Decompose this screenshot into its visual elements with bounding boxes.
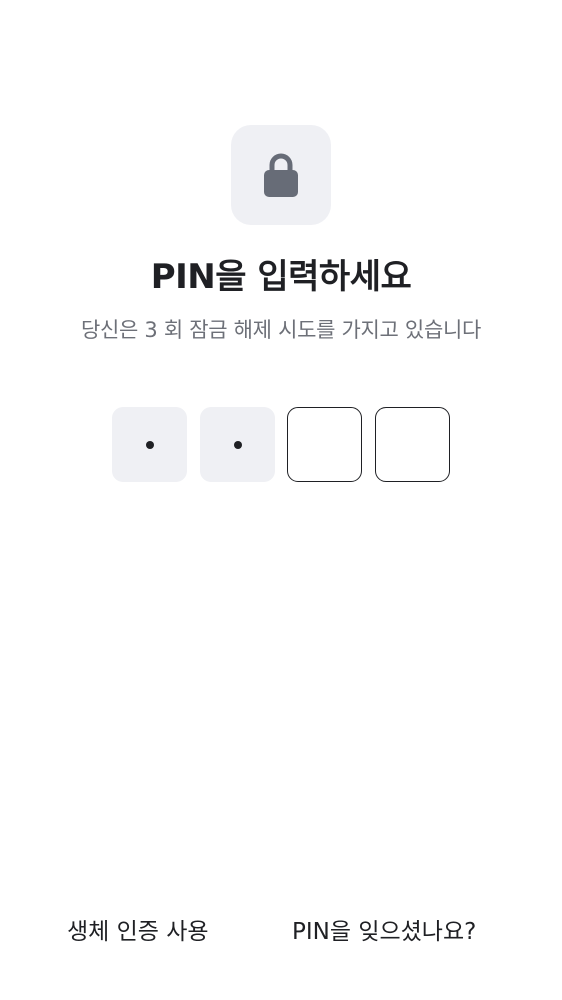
- pin-digit-1[interactable]: [112, 407, 187, 482]
- pin-digit-3[interactable]: [287, 407, 362, 482]
- pin-digit-4[interactable]: [375, 407, 450, 482]
- page-title: PIN을 입력하세요: [150, 257, 412, 297]
- use-biometric-button[interactable]: 생체 인증 사용: [67, 912, 209, 952]
- pin-digit-2[interactable]: [200, 407, 275, 482]
- lock-icon: [264, 153, 298, 197]
- pin-dot: [145, 440, 154, 449]
- lock-icon-tile: [231, 125, 331, 225]
- pin-input-group[interactable]: [112, 407, 450, 482]
- forgot-pin-button[interactable]: PIN을 잊으셨나요?: [292, 912, 476, 952]
- pin-dot: [233, 440, 242, 449]
- attempts-remaining-text: 당신은 3 회 잠금 해제 시도를 가지고 있습니다: [80, 318, 482, 342]
